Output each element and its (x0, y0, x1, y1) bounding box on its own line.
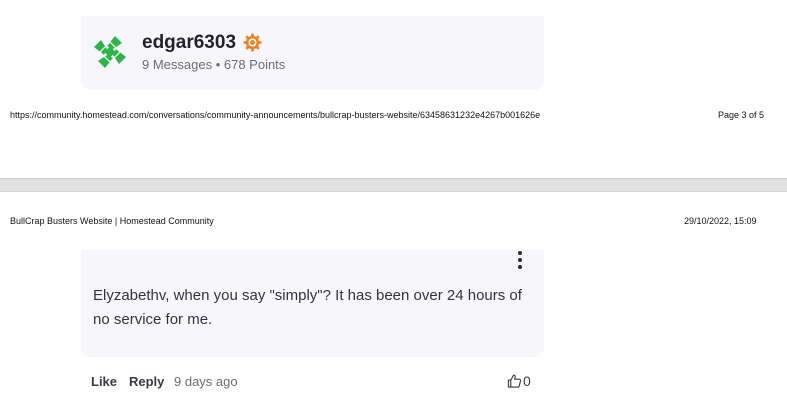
rank-gear-icon (243, 33, 262, 52)
like-button[interactable]: Like (91, 374, 117, 389)
reply-button[interactable]: Reply (129, 374, 164, 389)
reply-timestamp: 9 days ago (174, 374, 238, 389)
author-stats: 9 Messages • 678 Points (142, 57, 286, 72)
print-footer-page-number: Page 3 of 5 (718, 110, 765, 120)
author-username[interactable]: edgar6303 (142, 32, 236, 54)
reply-body-text: Elyzabethv, when you say "simply"? It ha… (93, 287, 522, 328)
avatar[interactable] (93, 35, 127, 69)
print-header-title: BullCrap Busters Website | Homestead Com… (10, 216, 214, 226)
page-break-divider (0, 178, 787, 192)
print-footer-url: https://community.homestead.com/conversa… (10, 110, 541, 120)
thumbs-up-icon[interactable] (507, 373, 522, 389)
print-header-date: 29/10/2022, 15:09 (684, 216, 757, 226)
vertical-ellipsis-icon[interactable] (512, 249, 528, 271)
like-count: 0 (523, 373, 531, 389)
